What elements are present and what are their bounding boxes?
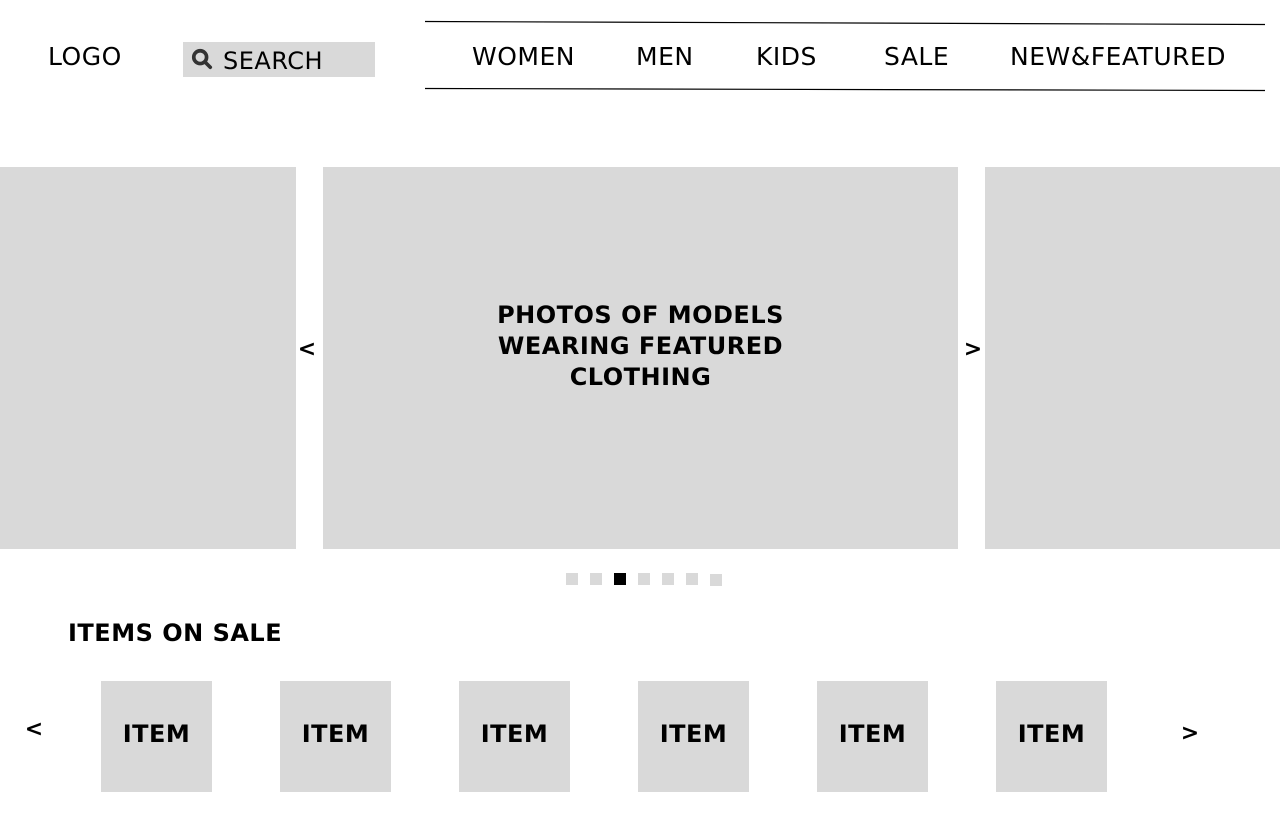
hero-caption: PHOTOS OF MODELS WEARING FEATURED CLOTHI… [323, 300, 958, 393]
section-title-items-on-sale: ITEMS ON SALE [68, 619, 283, 647]
search-icon [191, 48, 213, 69]
hero-caption-line: WEARING FEATURED [497, 332, 784, 360]
carousel-slide-previous[interactable] [0, 167, 296, 549]
page: LOGO SEARCH WOMEN MEN KIDS SALE NEW&FEAT… [0, 0, 1280, 832]
carousel-slide-current[interactable]: PHOTOS OF MODELS WEARING FEATURED CLOTHI… [323, 167, 958, 549]
carousel-prev-button[interactable]: < [297, 337, 317, 362]
hero-caption-line: CLOTHING [569, 363, 712, 391]
sale-item-label: ITEM [122, 720, 191, 748]
sale-item-label: ITEM [1017, 720, 1086, 748]
nav-item-sale[interactable]: SALE [884, 42, 949, 71]
carousel-slide-next[interactable] [985, 167, 1280, 549]
nav-item-women[interactable]: WOMEN [472, 42, 575, 71]
sale-item-label: ITEM [301, 720, 370, 748]
carousel-dot[interactable] [566, 573, 578, 585]
carousel-dot[interactable] [662, 573, 674, 585]
sale-item-card[interactable]: ITEM [280, 681, 391, 792]
nav-item-kids[interactable]: KIDS [756, 42, 817, 71]
nav-item-men[interactable]: MEN [636, 42, 694, 71]
sale-item-card[interactable]: ITEM [638, 681, 749, 792]
sale-item-label: ITEM [480, 720, 549, 748]
carousel-dot-active[interactable] [614, 573, 626, 585]
main-nav: WOMEN MEN KIDS SALE NEW&FEATURED [425, 20, 1265, 92]
nav-item-new-featured[interactable]: NEW&FEATURED [1010, 42, 1226, 71]
sale-next-button[interactable]: > [1180, 721, 1200, 746]
sale-item-card[interactable]: ITEM [996, 681, 1107, 792]
search-bar[interactable]: SEARCH [183, 42, 375, 77]
carousel-dot[interactable] [710, 574, 722, 586]
sale-item-card[interactable]: ITEM [101, 681, 212, 792]
sale-item-card[interactable]: ITEM [459, 681, 570, 792]
logo[interactable]: LOGO [48, 42, 122, 71]
sale-item-card[interactable]: ITEM [817, 681, 928, 792]
sale-prev-button[interactable]: < [24, 717, 44, 742]
carousel-dot[interactable] [638, 573, 650, 585]
carousel-pagination [566, 573, 736, 587]
hero-caption-line: PHOTOS OF MODELS [497, 301, 784, 329]
carousel-dot[interactable] [686, 573, 698, 585]
carousel-next-button[interactable]: > [963, 337, 983, 362]
carousel-dot[interactable] [590, 573, 602, 585]
search-input[interactable]: SEARCH [223, 47, 323, 75]
sale-item-label: ITEM [838, 720, 907, 748]
sale-item-label: ITEM [659, 720, 728, 748]
